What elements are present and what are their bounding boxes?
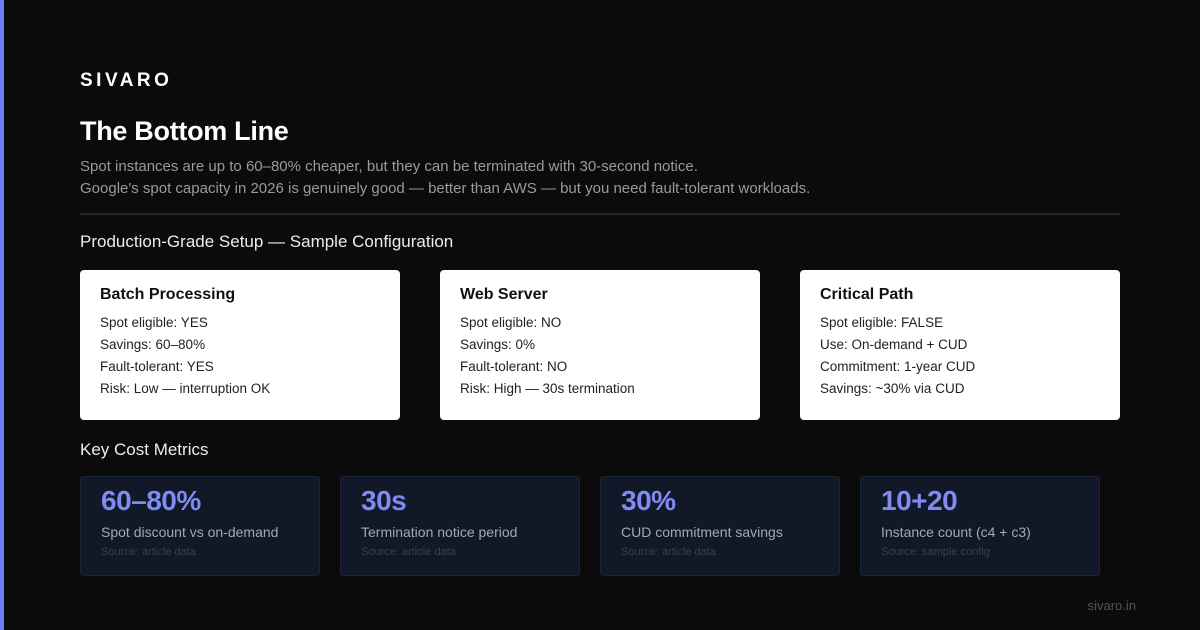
card-line: Risk: High — 30s termination <box>460 381 635 396</box>
metric-source: Source: article data <box>621 546 716 558</box>
card-line: Savings: 0% <box>460 337 536 352</box>
metric-value: 60–80% <box>101 485 201 516</box>
metric-label: Termination notice period <box>361 524 518 540</box>
config-card-batch-processing: Batch Processing Spot eligible: YES Savi… <box>80 270 400 420</box>
config-section-heading: Production-Grade Setup — Sample Configur… <box>80 232 454 251</box>
metric-label: CUD commitment savings <box>621 524 783 540</box>
config-card-web-server: Web Server Spot eligible: NO Savings: 0%… <box>440 270 760 420</box>
metrics-section-heading: Key Cost Metrics <box>80 440 209 459</box>
metric-value: 30s <box>361 485 407 516</box>
metric-card-termination-notice: 30s Termination notice period Source: ar… <box>340 476 580 576</box>
slide: SIVARO The Bottom Line Spot instances ar… <box>0 0 1200 630</box>
card-title: Web Server <box>460 286 548 303</box>
card-line: Commitment: 1-year CUD <box>820 359 976 374</box>
card-line: Savings: ~30% via CUD <box>820 381 965 396</box>
card-line: Spot eligible: YES <box>100 315 208 330</box>
subtitle-line: Google's spot capacity in 2026 is genuin… <box>80 180 811 197</box>
metric-value: 10+20 <box>881 485 958 516</box>
metric-card-instance-count: 10+20 Instance count (c4 + c3) Source: s… <box>860 476 1100 576</box>
card-title: Batch Processing <box>100 286 236 303</box>
metric-label: Spot discount vs on-demand <box>101 524 279 540</box>
divider <box>80 213 1120 215</box>
card-line: Fault-tolerant: YES <box>100 359 214 374</box>
card-line: Fault-tolerant: NO <box>460 359 568 374</box>
card-line: Spot eligible: FALSE <box>820 315 944 330</box>
brand-logo: SIVARO <box>80 70 173 91</box>
subtitle: Spot instances are up to 60–80% cheaper,… <box>80 156 810 200</box>
card-line: Use: On-demand + CUD <box>820 337 968 352</box>
card-line: Risk: Low — interruption OK <box>100 381 271 396</box>
metric-card-spot-discount: 60–80% Spot discount vs on-demand Source… <box>80 476 320 576</box>
page-title: The Bottom Line <box>80 116 289 146</box>
metric-source: Source: article data <box>101 546 196 558</box>
accent-bar <box>0 0 4 630</box>
card-title: Critical Path <box>820 286 914 303</box>
footer-url: sivaro.in <box>1087 598 1136 613</box>
metric-label: Instance count (c4 + c3) <box>881 524 1031 540</box>
subtitle-line: Spot instances are up to 60–80% cheaper,… <box>80 158 698 175</box>
metric-source: Source: article data <box>361 546 456 558</box>
card-line: Savings: 60–80% <box>100 337 206 352</box>
config-card-critical-path: Critical Path Spot eligible: FALSE Use: … <box>800 270 1120 420</box>
metric-value: 30% <box>621 485 676 516</box>
metric-card-cud-savings: 30% CUD commitment savings Source: artic… <box>600 476 840 576</box>
metric-source: Source: sample config <box>881 546 990 558</box>
card-line: Spot eligible: NO <box>460 315 562 330</box>
